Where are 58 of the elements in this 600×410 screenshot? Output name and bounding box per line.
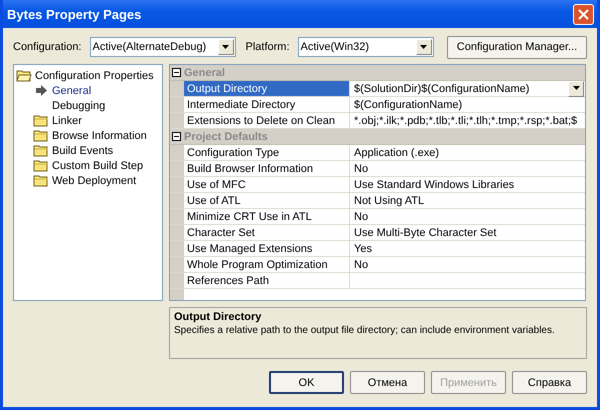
folder-icon	[33, 144, 49, 157]
property-name[interactable]: Output Directory	[184, 81, 350, 96]
property-name[interactable]: Use of MFC	[184, 177, 350, 192]
dropdown-button[interactable]	[568, 80, 584, 96]
folder-icon	[33, 114, 49, 127]
tree-item[interactable]: Custom Build Step	[52, 160, 144, 172]
tree-item[interactable]: Browse Information	[52, 130, 147, 142]
property-name[interactable]: Character Set	[184, 225, 350, 240]
collapse-icon[interactable]	[172, 68, 181, 77]
dropdown-button[interactable]	[218, 39, 234, 55]
tree-item[interactable]: Web Deployment	[52, 174, 136, 186]
property-value: Use Standard Windows Libraries	[354, 178, 514, 190]
property-name[interactable]: Use Managed Extensions	[184, 241, 350, 256]
window-title: Bytes Property Pages	[7, 6, 142, 22]
close-icon	[578, 8, 589, 20]
caret-icon	[419, 44, 428, 50]
folder-icon	[33, 129, 49, 142]
platform-label: Platform:	[246, 41, 290, 53]
property-value: Application (.exe)	[354, 146, 439, 158]
description-text: Specifies a relative path to the output file directory; can include environment variables.	[174, 325, 556, 336]
close-button[interactable]	[573, 4, 594, 24]
property-value: No	[354, 210, 368, 222]
folder-icon	[33, 174, 49, 187]
dialog-button[interactable]: Справка	[512, 371, 587, 394]
property-name[interactable]: Whole Program Optimization	[184, 257, 350, 272]
property-name[interactable]: Use of ATL	[184, 193, 350, 208]
description-title: Output Directory	[174, 311, 262, 323]
property-name[interactable]: Build Browser Information	[184, 161, 350, 176]
property-value: Not Using ATL	[354, 194, 424, 206]
property-value: Yes	[354, 242, 372, 254]
property-name[interactable]: References Path	[184, 273, 350, 288]
property-name[interactable]: Minimize CRT Use in ATL	[184, 209, 350, 224]
platform-dropdown[interactable]: Active(Win32)	[298, 37, 434, 57]
dialog-button[interactable]: Отмена	[350, 371, 425, 394]
property-value: No	[354, 162, 368, 174]
tree-item[interactable]: Debugging	[52, 100, 106, 112]
tree-item[interactable]: Build Events	[52, 144, 114, 156]
collapse-icon[interactable]	[172, 132, 181, 141]
property-value: $(ConfigurationName)	[354, 98, 462, 110]
dropdown-button[interactable]	[416, 39, 432, 55]
folder-icon	[33, 159, 49, 172]
tree-item[interactable]: General	[52, 84, 92, 96]
property-value: Use Multi-Byte Character Set	[354, 226, 496, 238]
dialog-button[interactable]: OK	[269, 371, 344, 394]
configuration-manager-button[interactable]: Configuration Manager...	[447, 36, 587, 58]
arrow-icon	[33, 84, 49, 97]
configuration-dropdown[interactable]: Active(AlternateDebug)	[90, 37, 236, 57]
property-value: $(SolutionDir)$(ConfigurationName)	[354, 82, 530, 94]
tree-item[interactable]: Linker	[52, 114, 82, 126]
property-name[interactable]: Extensions to Delete on Clean	[184, 113, 350, 128]
property-value: No	[354, 258, 368, 270]
tree-item[interactable]: Configuration Properties	[35, 70, 154, 82]
caret-icon	[572, 86, 580, 91]
property-name[interactable]: Intermediate Directory	[184, 97, 350, 112]
configuration-label: Configuration:	[13, 41, 82, 53]
property-name[interactable]: Configuration Type	[184, 145, 350, 160]
caret-icon	[221, 44, 230, 50]
property-value: *.obj;*.ilk;*.pdb;*.tlb;*.tli;*.tlh;*.tmp;*.rsp;*.bat;$	[354, 114, 578, 126]
